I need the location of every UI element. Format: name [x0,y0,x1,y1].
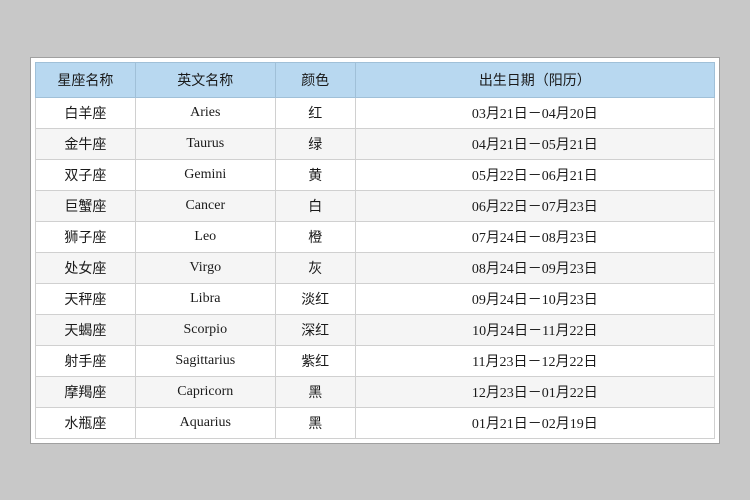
cell-color: 白 [275,190,355,221]
cell-date: 07月24日－08月23日 [355,221,714,252]
cell-chinese: 双子座 [36,159,136,190]
cell-chinese: 巨蟹座 [36,190,136,221]
cell-chinese: 金牛座 [36,128,136,159]
cell-color: 黑 [275,407,355,438]
table-row: 处女座Virgo灰08月24日－09月23日 [36,252,715,283]
cell-date: 03月21日－04月20日 [355,97,714,128]
header-color: 颜色 [275,62,355,97]
cell-date: 10月24日－11月22日 [355,314,714,345]
cell-date: 05月22日－06月21日 [355,159,714,190]
cell-english: Aquarius [135,407,275,438]
cell-date: 09月24日－10月23日 [355,283,714,314]
cell-color: 灰 [275,252,355,283]
table-body: 白羊座Aries红03月21日－04月20日金牛座Taurus绿04月21日－0… [36,97,715,438]
cell-color: 黄 [275,159,355,190]
cell-color: 橙 [275,221,355,252]
cell-date: 01月21日－02月19日 [355,407,714,438]
cell-english: Virgo [135,252,275,283]
table-row: 双子座Gemini黄05月22日－06月21日 [36,159,715,190]
cell-chinese: 处女座 [36,252,136,283]
cell-date: 06月22日－07月23日 [355,190,714,221]
cell-color: 黑 [275,376,355,407]
table-row: 白羊座Aries红03月21日－04月20日 [36,97,715,128]
table-row: 天秤座Libra淡红09月24日－10月23日 [36,283,715,314]
table-row: 狮子座Leo橙07月24日－08月23日 [36,221,715,252]
cell-color: 绿 [275,128,355,159]
cell-chinese: 白羊座 [36,97,136,128]
cell-color: 深红 [275,314,355,345]
header-date: 出生日期（阳历） [355,62,714,97]
table-row: 金牛座Taurus绿04月21日－05月21日 [36,128,715,159]
cell-english: Aries [135,97,275,128]
cell-color: 淡红 [275,283,355,314]
cell-chinese: 射手座 [36,345,136,376]
cell-date: 12月23日－01月22日 [355,376,714,407]
cell-english: Cancer [135,190,275,221]
header-english: 英文名称 [135,62,275,97]
cell-english: Scorpio [135,314,275,345]
main-container: 星座名称 英文名称 颜色 出生日期（阳历） 白羊座Aries红03月21日－04… [30,57,720,444]
cell-color: 红 [275,97,355,128]
cell-english: Libra [135,283,275,314]
cell-chinese: 水瓶座 [36,407,136,438]
cell-date: 08月24日－09月23日 [355,252,714,283]
cell-date: 11月23日－12月22日 [355,345,714,376]
cell-english: Taurus [135,128,275,159]
cell-date: 04月21日－05月21日 [355,128,714,159]
header-row: 星座名称 英文名称 颜色 出生日期（阳历） [36,62,715,97]
cell-english: Sagittarius [135,345,275,376]
cell-english: Leo [135,221,275,252]
table-row: 水瓶座Aquarius黑01月21日－02月19日 [36,407,715,438]
cell-chinese: 天蝎座 [36,314,136,345]
cell-color: 紫红 [275,345,355,376]
header-chinese: 星座名称 [36,62,136,97]
cell-chinese: 狮子座 [36,221,136,252]
cell-chinese: 摩羯座 [36,376,136,407]
cell-english: Gemini [135,159,275,190]
table-row: 摩羯座Capricorn黑12月23日－01月22日 [36,376,715,407]
zodiac-table: 星座名称 英文名称 颜色 出生日期（阳历） 白羊座Aries红03月21日－04… [35,62,715,439]
cell-english: Capricorn [135,376,275,407]
table-row: 巨蟹座Cancer白06月22日－07月23日 [36,190,715,221]
table-row: 射手座Sagittarius紫红11月23日－12月22日 [36,345,715,376]
cell-chinese: 天秤座 [36,283,136,314]
table-row: 天蝎座Scorpio深红10月24日－11月22日 [36,314,715,345]
